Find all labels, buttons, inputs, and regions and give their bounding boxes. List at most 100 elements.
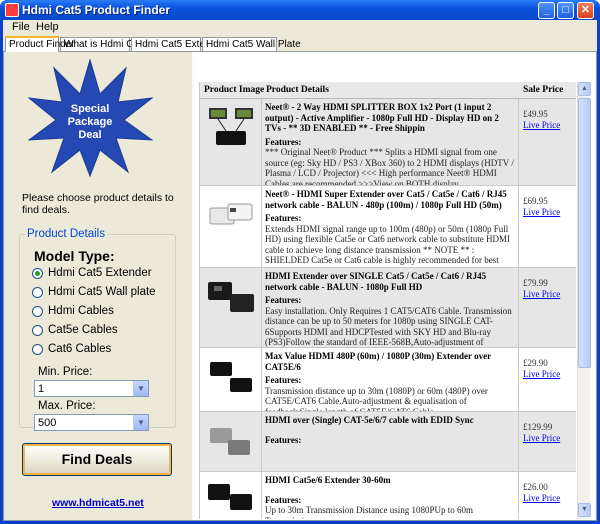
min-price-select[interactable]: 1 ▼ xyxy=(34,380,149,397)
product-features: Extends HDMI signal range up to 100m (48… xyxy=(265,223,510,268)
title-bar[interactable]: Hdmi Cat5 Product Finder _ □ ✕ xyxy=(0,0,600,20)
product-image-cell xyxy=(200,99,262,185)
hdmi-edid-extender-image xyxy=(210,428,250,455)
product-image-cell xyxy=(200,348,262,411)
product-title: Max Value HDMI 480P (60m) / 1080P (30m) … xyxy=(265,351,491,372)
min-price-label: Min. Price: xyxy=(38,366,93,378)
max-price-select[interactable]: 500 ▼ xyxy=(34,414,149,431)
tab-hdmi-cat5-extender[interactable]: Hdmi Cat5 Extender xyxy=(131,37,225,51)
radio-icon[interactable] xyxy=(32,344,43,355)
product-image-cell xyxy=(200,268,262,347)
min-price-value: 1 xyxy=(38,383,45,395)
app-window: Hdmi Cat5 Product Finder _ □ ✕ File Help… xyxy=(0,0,600,524)
product-title: HDMI Cat5e/6 Extender 30-60m xyxy=(265,475,391,485)
radio-label: Hdmi Cat5 Wall plate xyxy=(48,286,156,298)
live-price-link[interactable]: Live Price xyxy=(523,369,576,380)
results-table: Product Image Product Details Sale Price xyxy=(199,82,576,519)
find-deals-button[interactable]: Find Deals xyxy=(22,443,172,476)
product-title: Neet® - HDMI Super Extender over Cat5 / … xyxy=(265,189,507,210)
radio-label: Cat6 Cables xyxy=(48,343,112,355)
website-link[interactable]: www.hdmicat5.net xyxy=(52,497,144,509)
sale-price: £26.00 xyxy=(523,482,548,492)
max-price-value: 500 xyxy=(38,417,57,429)
radio-icon[interactable] xyxy=(32,287,43,298)
search-sidebar: Special Package Deal Please choose produ… xyxy=(4,52,192,520)
live-price-link[interactable]: Live Price xyxy=(523,207,576,218)
sale-price-cell: £69.95 Live Price xyxy=(519,186,576,267)
live-price-link[interactable]: Live Price xyxy=(523,120,576,131)
table-row: Max Value HDMI 480P (60m) / 1080P (30m) … xyxy=(200,348,576,412)
radio-label: Hdmi Cables xyxy=(48,305,114,317)
scrollbar-thumb[interactable] xyxy=(578,98,591,368)
sale-price-cell: £26.00 Live Price xyxy=(519,472,576,519)
group-title: Product Details xyxy=(25,228,107,240)
product-details-cell: HDMI over (Single) CAT-5e/6/7 cable with… xyxy=(262,412,519,471)
window-title: Hdmi Cat5 Product Finder xyxy=(22,3,171,17)
header-sale-price: Sale Price xyxy=(523,85,564,95)
chevron-down-icon[interactable]: ▼ xyxy=(133,415,148,430)
features-label: Features: xyxy=(265,434,302,445)
badge-line-1: Special xyxy=(71,103,110,115)
maximize-button[interactable]: □ xyxy=(557,2,574,19)
product-details-cell: HDMI Cat5e/6 Extender 30-60m Features: U… xyxy=(262,472,519,519)
tab-product-finder[interactable]: Product Finder xyxy=(5,36,75,52)
radio-label: Hdmi Cat5 Extender xyxy=(48,267,152,279)
menu-bar: File Help xyxy=(3,20,597,35)
chevron-down-icon[interactable]: ▼ xyxy=(133,381,148,396)
product-image-cell xyxy=(200,472,262,519)
radio-icon[interactable] xyxy=(32,306,43,317)
product-title: HDMI Extender over SINGLE Cat5 / Cat5e /… xyxy=(265,271,487,292)
radio-icon[interactable] xyxy=(32,325,43,336)
table-row: HDMI Extender over SINGLE Cat5 / Cat5e /… xyxy=(200,268,576,348)
hdmi-splitter-image xyxy=(209,108,253,145)
live-price-link[interactable]: Live Price xyxy=(523,433,576,444)
menu-help[interactable]: Help xyxy=(36,21,59,33)
radio-label: Cat5e Cables xyxy=(48,324,118,336)
features-label: Features: xyxy=(265,494,302,505)
product-details-group: Product Details Model Type: Hdmi Cat5 Ex… xyxy=(19,228,176,431)
live-price-link[interactable]: Live Price xyxy=(523,493,576,504)
hdmi-extender-image xyxy=(209,203,253,225)
product-image-cell xyxy=(200,186,262,267)
table-header: Product Image Product Details Sale Price xyxy=(200,82,576,99)
results-scrollbar[interactable]: ▲ ▼ xyxy=(577,82,591,519)
product-finder-panel: Special Package Deal Please choose produ… xyxy=(3,51,597,521)
product-features: *** Original Neet® Product *** Splits a … xyxy=(265,147,514,185)
features-label: Features: xyxy=(265,213,302,223)
scroll-up-icon[interactable]: ▲ xyxy=(578,82,591,96)
header-product-details: Product Details xyxy=(266,85,329,95)
sale-price-cell: £79.99 Live Price xyxy=(519,268,576,347)
cat5e-extender-image xyxy=(208,484,252,510)
badge-line-2: Package xyxy=(68,116,113,128)
close-button[interactable]: ✕ xyxy=(577,2,594,19)
product-details-cell: Neet® - HDMI Super Extender over Cat5 / … xyxy=(262,186,519,267)
product-title: HDMI over (Single) CAT-5e/6/7 cable with… xyxy=(265,415,474,425)
features-label: Features: xyxy=(265,375,302,385)
tab-hdmi-cat5-wall-plate[interactable]: Hdmi Cat5 Wall Plate xyxy=(202,37,301,51)
instruction-text: Please choose product details to find de… xyxy=(22,192,174,216)
header-product-image: Product Image xyxy=(204,85,265,95)
table-row: Neet® - 2 Way HDMI SPLITTER BOX 1x2 Port… xyxy=(200,99,576,186)
badge-line-3: Deal xyxy=(78,129,101,141)
product-title: Neet® - 2 Way HDMI SPLITTER BOX 1x2 Port… xyxy=(265,102,499,133)
max-price-label: Max. Price: xyxy=(38,400,96,412)
table-row: HDMI Cat5e/6 Extender 30-60m Features: U… xyxy=(200,472,576,519)
special-deal-badge: Special Package Deal xyxy=(28,58,153,178)
sale-price: £29.90 xyxy=(523,358,548,368)
client-area: File Help Product Finder What is Hdmi Ca… xyxy=(3,20,597,521)
product-features: Easy installation. Only Requires 1 CAT5/… xyxy=(265,305,512,348)
menu-file[interactable]: File xyxy=(12,21,30,33)
scroll-down-icon[interactable]: ▼ xyxy=(578,503,591,517)
radio-selected-icon[interactable] xyxy=(32,268,43,279)
sale-price-cell: £49.95 Live Price xyxy=(519,99,576,185)
sale-price-cell: £29.90 Live Price xyxy=(519,348,576,411)
sale-price: £79.99 xyxy=(523,278,548,288)
product-features: Transmission distance up to 30m (1080P) … xyxy=(265,385,488,412)
product-image-cell xyxy=(200,412,262,471)
minimize-button[interactable]: _ xyxy=(538,2,555,19)
product-details-cell: HDMI Extender over SINGLE Cat5 / Cat5e /… xyxy=(262,268,519,347)
table-row: HDMI over (Single) CAT-5e/6/7 cable with… xyxy=(200,412,576,472)
product-details-cell: Neet® - 2 Way HDMI SPLITTER BOX 1x2 Port… xyxy=(262,99,519,185)
live-price-link[interactable]: Live Price xyxy=(523,289,576,300)
model-type-label: Model Type: xyxy=(34,248,115,264)
